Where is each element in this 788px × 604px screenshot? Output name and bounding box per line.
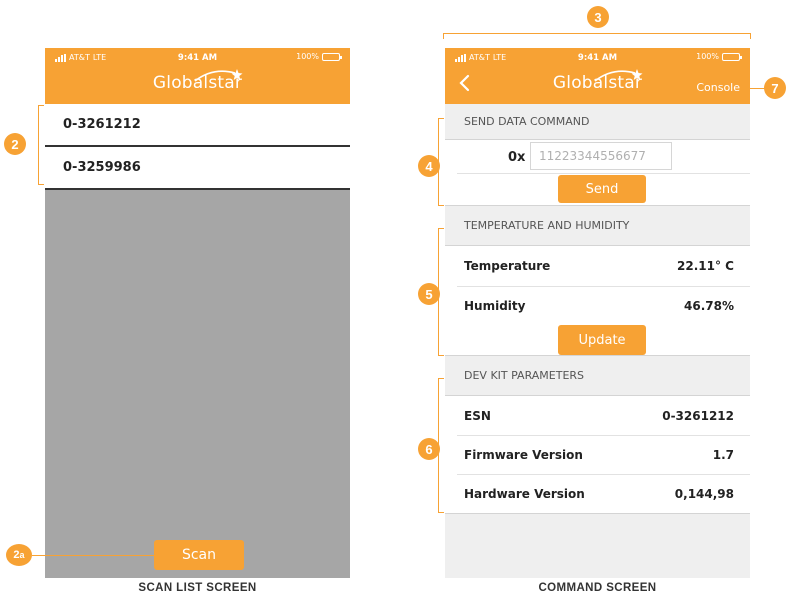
- dev-panel: ESN 0-3261212 Firmware Version 1.7 Hardw…: [445, 396, 750, 514]
- marker-7: 7: [764, 77, 786, 99]
- marker-2a: 2a: [6, 544, 32, 566]
- firmware-label: Firmware Version: [464, 448, 583, 462]
- pointer-line-7: [745, 88, 765, 89]
- send-button[interactable]: Send: [558, 175, 646, 203]
- send-panel: 0x Send: [445, 140, 750, 206]
- battery-icon: [322, 52, 342, 61]
- send-section-title: SEND DATA COMMAND: [445, 104, 750, 140]
- logo-star-icon: [194, 69, 243, 82]
- bracket-3: [443, 33, 751, 39]
- app-header: AT&T LTE 9:41 AM 100% Globalstar: [45, 48, 350, 104]
- dev-section-title: DEV KIT PARAMETERS: [445, 356, 750, 396]
- command-screen: AT&T LTE 9:41 AM 100% Globalstar Console: [445, 48, 750, 578]
- esn-label: ESN: [464, 409, 491, 423]
- update-button[interactable]: Update: [558, 325, 646, 355]
- status-bar: AT&T LTE 9:41 AM 100%: [445, 50, 750, 66]
- globalstar-logo: Globalstar: [45, 69, 350, 93]
- esn-row: ESN 0-3261212: [445, 396, 750, 436]
- device-list-item[interactable]: 0-3261212: [45, 104, 350, 147]
- data-command-input[interactable]: [530, 142, 672, 170]
- hardware-row: Hardware Version 0,144,98: [445, 474, 750, 514]
- scan-screen-caption: SCAN LIST SCREEN: [138, 582, 257, 594]
- device-list-item[interactable]: 0-3259986: [45, 147, 350, 190]
- pointer-line-2a: [32, 555, 154, 556]
- logo-star-icon: [594, 69, 643, 82]
- temperature-label: Temperature: [464, 259, 551, 273]
- hardware-label: Hardware Version: [464, 487, 585, 501]
- device-list: 0-3261212 0-3259986: [45, 104, 350, 190]
- battery-percent: 100%: [296, 52, 319, 61]
- marker-2: 2: [4, 133, 26, 155]
- bracket-2: [38, 105, 44, 185]
- scan-button[interactable]: Scan: [154, 540, 244, 570]
- temp-section-title: TEMPERATURE AND HUMIDITY: [445, 206, 750, 246]
- humidity-row: Humidity 46.78%: [445, 286, 750, 326]
- battery-percent: 100%: [696, 52, 719, 61]
- hex-prefix: 0x: [508, 150, 526, 165]
- marker-4: 4: [418, 155, 440, 177]
- command-screen-caption: COMMAND SCREEN: [538, 582, 657, 594]
- marker-6: 6: [418, 438, 440, 460]
- scan-list-screen: AT&T LTE 9:41 AM 100% Globalstar 0-32612…: [45, 48, 350, 578]
- firmware-row: Firmware Version 1.7: [445, 435, 750, 475]
- app-header: AT&T LTE 9:41 AM 100% Globalstar Console: [445, 48, 750, 104]
- status-bar: AT&T LTE 9:41 AM 100%: [45, 50, 350, 66]
- marker-5: 5: [418, 283, 440, 305]
- temp-panel: Temperature 22.11° C Humidity 46.78% Upd…: [445, 246, 750, 356]
- battery-icon: [722, 52, 742, 61]
- firmware-value: 1.7: [712, 448, 734, 462]
- temperature-row: Temperature 22.11° C: [445, 246, 750, 286]
- marker-3: 3: [587, 6, 609, 28]
- esn-value: 0-3261212: [662, 409, 734, 423]
- humidity-value: 46.78%: [684, 299, 734, 313]
- humidity-label: Humidity: [464, 299, 526, 313]
- temperature-value: 22.11° C: [677, 259, 734, 273]
- console-link[interactable]: Console: [696, 81, 740, 94]
- hardware-value: 0,144,98: [674, 487, 734, 501]
